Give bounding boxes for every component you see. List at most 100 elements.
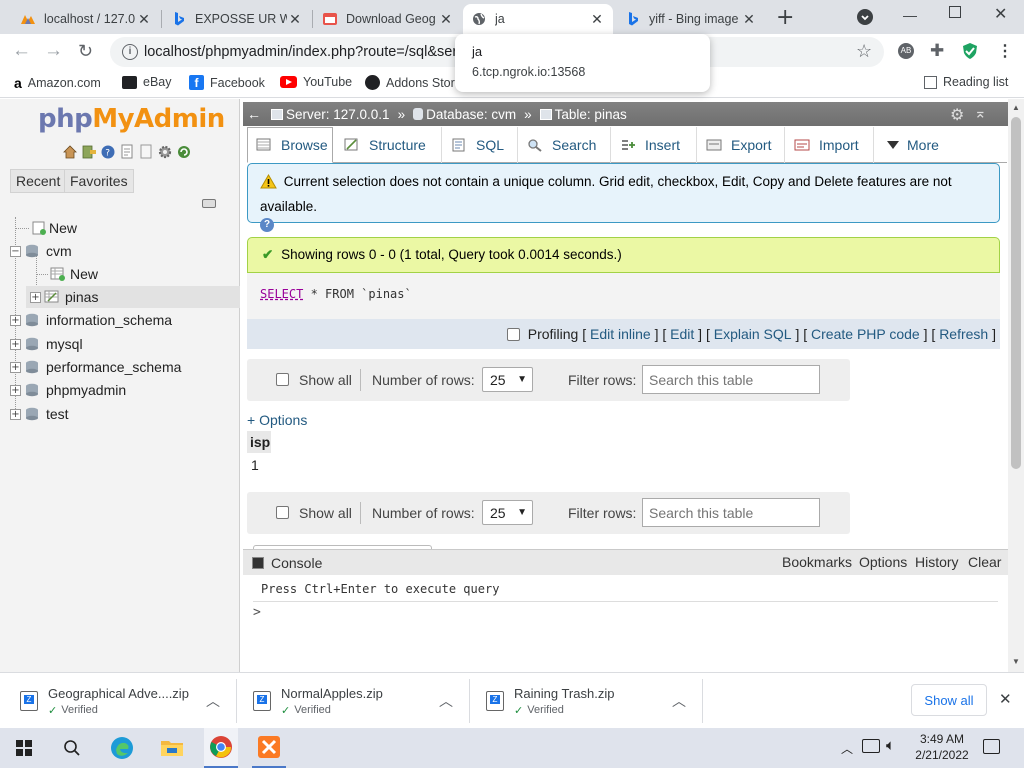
- tab-import[interactable]: Import: [786, 127, 874, 163]
- scrollbar-thumb[interactable]: [1011, 117, 1021, 469]
- tree-item-new-database[interactable]: New: [15, 217, 77, 239]
- console-prompt[interactable]: >: [253, 605, 261, 620]
- system-clock[interactable]: 3:49 AM 2/21/2022: [913, 731, 971, 763]
- phpmyadmin-logo[interactable]: phpMyAdmin: [38, 104, 225, 134]
- tab-more[interactable]: More: [875, 127, 955, 163]
- download-item[interactable]: Z NormalApples.zip ✓ Verified ︿: [253, 673, 467, 729]
- expand-plus-icon[interactable]: +: [10, 384, 21, 396]
- shield-extension-icon[interactable]: [962, 42, 978, 63]
- volume-speaker-icon[interactable]: 🔈︎: [886, 737, 895, 754]
- collapse-top-icon[interactable]: ⌅: [974, 104, 987, 122]
- tree-item-new-table[interactable]: New: [36, 263, 98, 285]
- extensions-puzzle-icon[interactable]: ✚: [930, 41, 944, 61]
- tab-browse[interactable]: Browse: [247, 127, 333, 163]
- bookmark-addons[interactable]: Addons Stor: [365, 75, 455, 90]
- tab-structure[interactable]: Structure: [336, 127, 442, 163]
- forward-arrow-icon[interactable]: →: [44, 40, 63, 62]
- profiling-checkbox[interactable]: [506, 327, 520, 341]
- chevron-up-icon[interactable]: ︿: [672, 691, 686, 711]
- browser-tab-expose[interactable]: EXPOSSE UR WE ✕: [163, 4, 311, 34]
- reload-icon[interactable]: ↻: [78, 41, 93, 62]
- recent-tables-button[interactable]: Recent: [10, 169, 67, 193]
- console-clear-button[interactable]: Clear: [968, 554, 1001, 570]
- close-tab-icon[interactable]: ✕: [589, 11, 605, 28]
- notifications-icon[interactable]: [983, 739, 1000, 754]
- tree-item-cvm[interactable]: − cvm: [10, 240, 72, 262]
- expand-plus-icon[interactable]: +: [10, 361, 21, 373]
- bookmark-star-icon[interactable]: ☆: [856, 41, 872, 62]
- file-explorer-icon[interactable]: [156, 728, 188, 768]
- xampp-icon[interactable]: [252, 728, 286, 768]
- windows-start-icon[interactable]: [8, 728, 40, 768]
- console-options-button[interactable]: Options: [859, 554, 907, 570]
- explain-sql-link[interactable]: Explain SQL: [714, 326, 792, 342]
- tab-export[interactable]: Export: [698, 127, 785, 163]
- bookmark-facebook[interactable]: f Facebook: [189, 75, 265, 90]
- download-item[interactable]: Z Geographical Adve....zip ✓ Verified ︿: [20, 673, 234, 729]
- show-all-checkbox[interactable]: [276, 373, 289, 386]
- menu-kebab-icon[interactable]: ⋮: [997, 41, 1013, 61]
- restore-icon[interactable]: [949, 6, 961, 18]
- column-header-isp[interactable]: isp: [247, 431, 271, 453]
- tree-item-information-schema[interactable]: + information_schema: [10, 309, 172, 331]
- filter-rows-input[interactable]: Search this table: [642, 498, 820, 527]
- logout-icon[interactable]: [81, 144, 97, 159]
- tab-sql[interactable]: SQL: [443, 127, 518, 163]
- edit-link[interactable]: Edit: [670, 326, 694, 342]
- bookmark-youtube[interactable]: YouTube: [280, 75, 352, 89]
- close-downloads-icon[interactable]: ✕: [999, 690, 1012, 708]
- create-php-code-link[interactable]: Create PHP code: [811, 326, 920, 342]
- tree-item-mysql[interactable]: + mysql: [10, 333, 83, 355]
- browser-tab-phpmyadmin[interactable]: localhost / 127.0 ✕: [12, 4, 160, 34]
- close-tab-icon[interactable]: ✕: [741, 11, 757, 28]
- edit-inline-link[interactable]: Edit inline: [590, 326, 651, 342]
- new-tab-plus-icon[interactable]: +: [776, 5, 794, 30]
- chevron-up-icon[interactable]: ︿: [439, 691, 453, 711]
- expand-plus-icon[interactable]: +: [30, 291, 41, 303]
- console-history-button[interactable]: History: [915, 554, 959, 570]
- tree-item-pinas[interactable]: + pinas: [26, 286, 240, 308]
- expand-plus-icon[interactable]: +: [10, 338, 21, 350]
- link-chain-icon[interactable]: [202, 199, 216, 208]
- favorite-tables-button[interactable]: Favorites: [64, 169, 134, 193]
- close-tab-icon[interactable]: ✕: [438, 11, 454, 28]
- filter-rows-input[interactable]: Search this table: [642, 365, 820, 394]
- settings-gear-icon[interactable]: [157, 144, 173, 159]
- browser-tab-yiff[interactable]: yiff - Bing image ✕: [617, 4, 765, 34]
- console-bar[interactable]: Console Bookmarks Options History Clear: [243, 550, 1008, 575]
- show-hidden-icons-chevron-icon[interactable]: ︿: [841, 740, 853, 757]
- help-icon[interactable]: ?: [100, 144, 116, 159]
- home-icon[interactable]: [62, 144, 78, 159]
- chevron-up-icon[interactable]: ︿: [206, 691, 220, 711]
- tab-search-chevron-icon[interactable]: [857, 9, 873, 25]
- scroll-up-arrow-icon[interactable]: ▲: [1012, 103, 1020, 112]
- minimize-icon[interactable]: —: [903, 7, 917, 23]
- tab-search[interactable]: Search: [519, 127, 611, 163]
- chrome-browser-icon[interactable]: [204, 728, 238, 768]
- console-bookmarks-button[interactable]: Bookmarks: [782, 554, 852, 570]
- collapse-minus-icon[interactable]: −: [10, 245, 21, 257]
- scroll-down-arrow-icon[interactable]: ▼: [1012, 657, 1020, 666]
- bookmark-ebay[interactable]: eBay: [122, 75, 172, 89]
- number-of-rows-select[interactable]: 25 ▼: [482, 367, 533, 392]
- browser-tab-ja[interactable]: ja ✕: [463, 4, 613, 34]
- refresh-link[interactable]: Refresh: [939, 326, 988, 342]
- settings-gear-icon[interactable]: ⚙: [950, 105, 964, 125]
- collapse-nav-arrow-icon[interactable]: ←: [243, 106, 265, 122]
- tab-insert[interactable]: Insert: [612, 127, 697, 163]
- vertical-scrollbar[interactable]: ▲ ▼: [1008, 99, 1024, 672]
- bookmark-amazon[interactable]: a Amazon.com: [14, 75, 101, 91]
- browser-tab-download[interactable]: Download Geog ✕: [314, 4, 462, 34]
- show-all-checkbox[interactable]: [276, 506, 289, 519]
- close-tab-icon[interactable]: ✕: [136, 11, 152, 28]
- docs-icon[interactable]: [119, 144, 135, 159]
- page-icon[interactable]: [138, 144, 154, 159]
- edge-browser-icon[interactable]: [106, 728, 138, 768]
- breadcrumb-server[interactable]: Server: 127.0.0.1: [271, 107, 390, 122]
- adblock-extension-icon[interactable]: AB: [898, 43, 914, 59]
- help-circle-icon[interactable]: ?: [260, 218, 274, 232]
- close-window-icon[interactable]: ✕: [994, 4, 1007, 24]
- options-toggle-link[interactable]: + Options: [247, 412, 307, 428]
- search-icon[interactable]: [56, 728, 88, 768]
- close-tab-icon[interactable]: ✕: [287, 11, 303, 28]
